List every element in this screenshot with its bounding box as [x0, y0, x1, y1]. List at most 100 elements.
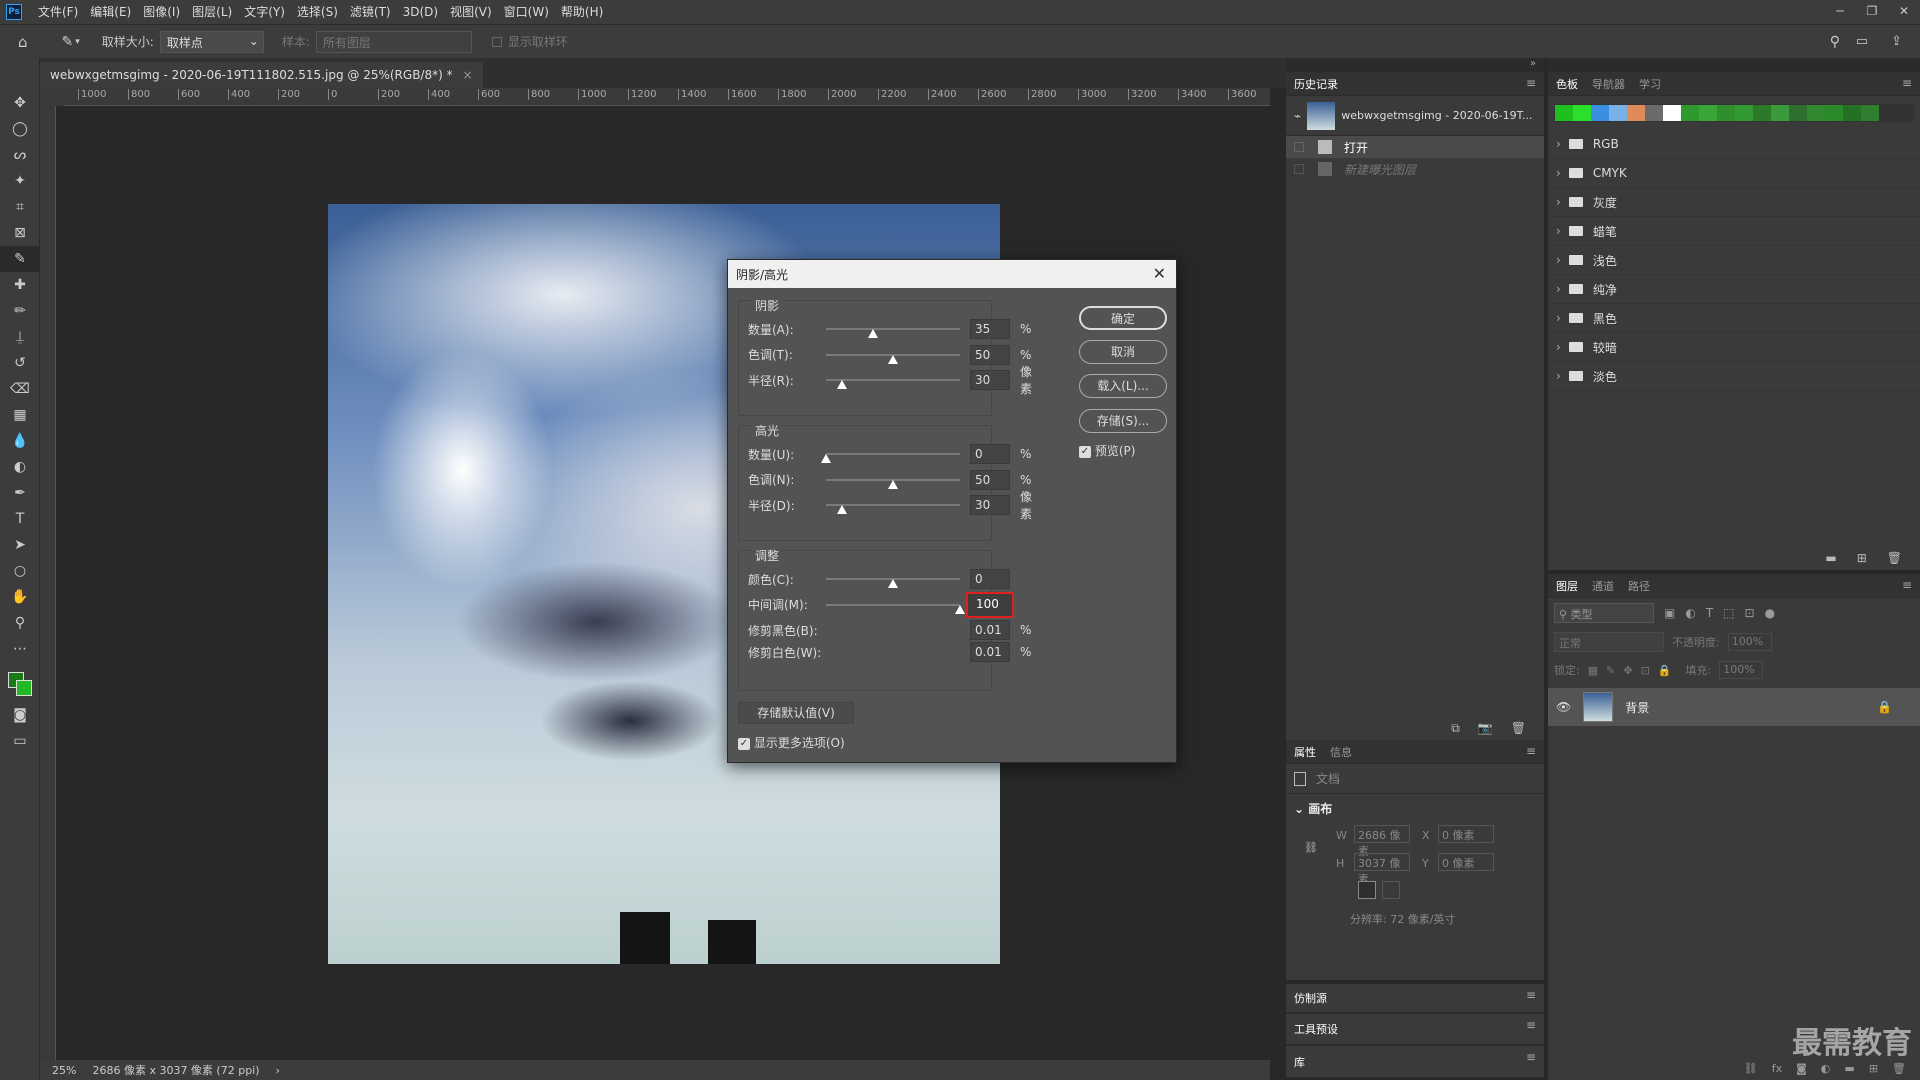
- layer-row[interactable]: 👁 背景 🔒: [1548, 688, 1920, 726]
- blend-mode-select[interactable]: 正常: [1554, 632, 1664, 652]
- tab-channels[interactable]: 通道: [1592, 578, 1614, 594]
- tab-layers[interactable]: 图层: [1556, 578, 1578, 594]
- swatch-group[interactable]: › 黑色: [1548, 304, 1920, 333]
- load-button[interactable]: 载入(L)...: [1079, 374, 1167, 398]
- screen-mode-icon[interactable]: ▭: [0, 728, 40, 754]
- color-swatch[interactable]: [1681, 105, 1699, 121]
- color-swatch[interactable]: [1555, 105, 1573, 121]
- width-field[interactable]: 2686 像素: [1354, 825, 1410, 858]
- preview-option[interactable]: ✓ 预览(P): [1079, 442, 1135, 459]
- close-window-button[interactable]: ✕: [1888, 0, 1920, 24]
- slider-thumb[interactable]: [888, 354, 898, 364]
- chevron-right-icon[interactable]: ›: [1556, 340, 1561, 354]
- eyedropper-tool-icon[interactable]: ✎: [62, 34, 74, 50]
- workspace-icon[interactable]: ▭: [1856, 34, 1868, 49]
- swatch-group[interactable]: › CMYK: [1548, 159, 1920, 188]
- highlight-value-field[interactable]: 50: [970, 469, 1010, 490]
- dialog-close-button[interactable]: ✕: [1153, 264, 1166, 283]
- brush-tool-icon[interactable]: ✏: [0, 298, 40, 324]
- more-options-checkbox[interactable]: ✓: [738, 737, 750, 750]
- chevron-right-icon[interactable]: ›: [1556, 195, 1561, 209]
- search-icon[interactable]: ⚲: [1830, 34, 1840, 50]
- color-swatch[interactable]: [1771, 105, 1789, 121]
- lock-position-icon[interactable]: ✥: [1623, 664, 1632, 677]
- slider-thumb[interactable]: [955, 604, 965, 614]
- adjust-value-field[interactable]: 0.01: [970, 642, 1010, 662]
- adjustment-filter-icon[interactable]: ◐: [1685, 606, 1695, 620]
- swatch-group[interactable]: › 浅色: [1548, 246, 1920, 275]
- height-field[interactable]: 3037 像素: [1354, 853, 1410, 886]
- collapse-panels-icon[interactable]: »: [1530, 58, 1536, 69]
- more-tools-icon[interactable]: ⋯: [0, 636, 40, 662]
- shadow-value-field[interactable]: 35: [970, 319, 1010, 339]
- menu-item[interactable]: 图层(L): [186, 0, 238, 24]
- libraries-panel-tab[interactable]: 库: [1294, 1054, 1305, 1070]
- slider-thumb[interactable]: [867, 329, 878, 338]
- tab-navigator[interactable]: 导航器: [1592, 76, 1625, 92]
- lock-image-icon[interactable]: ✎: [1606, 664, 1615, 677]
- chevron-right-icon[interactable]: ›: [1556, 166, 1561, 180]
- lock-transparent-icon[interactable]: ▦: [1588, 664, 1598, 677]
- panel-menu-icon[interactable]: ≡: [1526, 744, 1536, 758]
- panel-menu-icon[interactable]: ≡: [1902, 76, 1912, 90]
- new-group-icon[interactable]: ▬: [1825, 551, 1836, 565]
- pen-tool-icon[interactable]: ✒: [0, 480, 40, 506]
- adjust-value-field[interactable]: 100: [966, 591, 1014, 618]
- history-item[interactable]: 打开: [1286, 136, 1544, 158]
- new-swatch-icon[interactable]: ⊞: [1857, 551, 1867, 565]
- lock-artboard-icon[interactable]: ⊡: [1641, 664, 1650, 677]
- tab-info[interactable]: 信息: [1330, 744, 1352, 760]
- minimize-button[interactable]: ─: [1824, 0, 1856, 24]
- dodge-tool-icon[interactable]: ◐: [0, 454, 40, 480]
- shape-tool-icon[interactable]: ○: [0, 558, 40, 584]
- smart-object-filter-icon[interactable]: ⊡: [1745, 606, 1755, 620]
- swatch-group[interactable]: › 较暗: [1548, 333, 1920, 362]
- new-layer-icon[interactable]: ⊞: [1869, 1062, 1878, 1075]
- menu-item[interactable]: 视图(V): [444, 0, 498, 24]
- panel-menu-icon[interactable]: ≡: [1526, 76, 1536, 90]
- healing-tool-icon[interactable]: ✚: [0, 272, 40, 298]
- new-group-icon[interactable]: ▬: [1844, 1062, 1854, 1075]
- trash-icon[interactable]: 🗑: [1887, 551, 1902, 565]
- trash-icon[interactable]: 🗑: [1892, 1062, 1906, 1075]
- chevron-right-icon[interactable]: ›: [1556, 253, 1561, 267]
- adjust-value-field[interactable]: 0.01: [970, 620, 1010, 640]
- tab-properties[interactable]: 属性: [1294, 744, 1316, 760]
- background-color[interactable]: [16, 680, 32, 696]
- menu-item[interactable]: 文件(F): [32, 0, 84, 24]
- history-item[interactable]: 新建曝光图层: [1286, 158, 1544, 180]
- move-tool-icon[interactable]: ✥: [0, 90, 40, 116]
- tab-history[interactable]: 历史记录: [1294, 76, 1338, 92]
- chevron-right-icon[interactable]: ›: [1556, 137, 1561, 151]
- y-field[interactable]: 0 像素: [1438, 853, 1494, 871]
- color-swatch[interactable]: [1591, 105, 1609, 121]
- hand-tool-icon[interactable]: ✋: [0, 584, 40, 610]
- link-icon[interactable]: ⛓: [1304, 841, 1318, 854]
- marquee-tool-icon[interactable]: ◯: [0, 116, 40, 142]
- color-swatch[interactable]: [1609, 105, 1627, 121]
- color-swatch[interactable]: [1789, 105, 1807, 121]
- opacity-field[interactable]: 100%: [1727, 633, 1772, 651]
- color-swatch[interactable]: [1627, 105, 1645, 121]
- layer-kind-filter[interactable]: ⚲ 类型: [1554, 603, 1654, 623]
- tool-presets-panel-tab[interactable]: 工具预设: [1294, 1021, 1338, 1037]
- path-select-tool-icon[interactable]: ➤: [0, 532, 40, 558]
- tab-paths[interactable]: 路径: [1628, 578, 1650, 594]
- swatch-group[interactable]: › 淡色: [1548, 362, 1920, 391]
- save-button[interactable]: 存储(S)...: [1079, 409, 1167, 433]
- canvas-section-header[interactable]: ⌄ 画布: [1286, 794, 1544, 823]
- crop-tool-icon[interactable]: ⌗: [0, 194, 40, 220]
- eyedropper-tool-icon[interactable]: ✎: [0, 246, 40, 272]
- lock-all-icon[interactable]: 🔒: [1658, 664, 1672, 677]
- highlight-value-field[interactable]: 0: [970, 444, 1010, 464]
- type-tool-icon[interactable]: T: [0, 506, 40, 532]
- chevron-right-icon[interactable]: ›: [1556, 282, 1561, 296]
- filter-toggle-icon[interactable]: ●: [1765, 606, 1775, 620]
- menu-item[interactable]: 滤镜(T): [344, 0, 397, 24]
- save-default-button[interactable]: 存储默认值(V): [738, 702, 854, 724]
- history-snapshot[interactable]: ⌁ webwxgetmsgimg - 2020-06-19T...: [1286, 96, 1544, 136]
- show-ring-checkbox[interactable]: [491, 36, 502, 47]
- document-tab[interactable]: webwxgetmsgimg - 2020-06-19T111802.515.j…: [40, 62, 483, 88]
- menu-item[interactable]: 3D(D): [397, 0, 444, 24]
- menu-item[interactable]: 帮助(H): [555, 0, 609, 24]
